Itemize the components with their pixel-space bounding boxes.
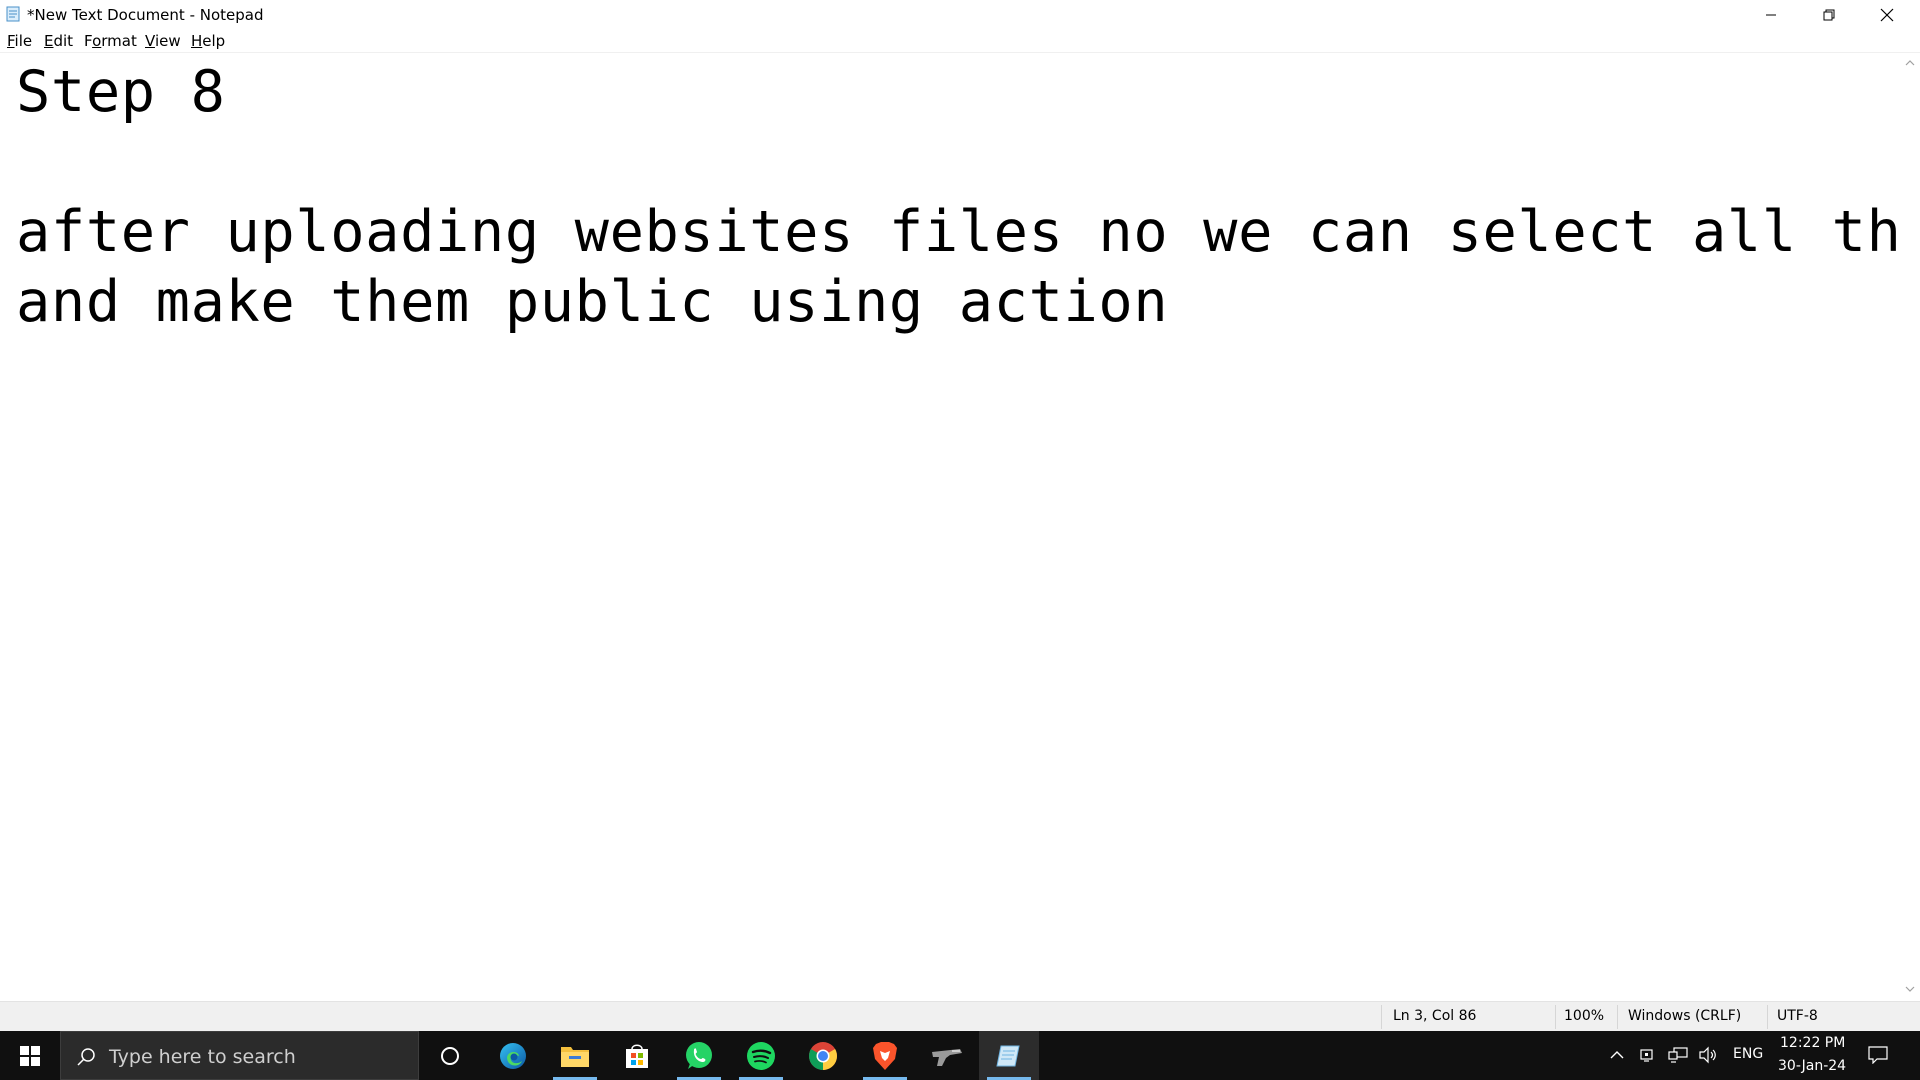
start-button[interactable]	[0, 1031, 60, 1080]
folder-icon	[561, 1046, 589, 1067]
windows-logo-icon	[20, 1045, 40, 1066]
spotify-icon	[747, 1041, 775, 1070]
taskbar-search-box[interactable]: Type here to search	[60, 1031, 419, 1080]
cortana-circle-icon	[441, 1046, 459, 1065]
status-separator	[1617, 1005, 1618, 1029]
menu-edit[interactable]: Edit	[44, 32, 73, 50]
status-separator	[1767, 1005, 1768, 1029]
brave-lion-icon	[873, 1041, 897, 1070]
menu-help[interactable]: Help	[191, 32, 225, 50]
taskbar-file-explorer[interactable]	[545, 1031, 605, 1080]
menu-file-accel: F	[7, 32, 15, 50]
menu-file[interactable]: File	[7, 32, 32, 50]
restore-button[interactable]	[1800, 0, 1858, 30]
taskbar-brave[interactable]	[855, 1031, 915, 1080]
network-icon[interactable]	[1668, 1045, 1688, 1065]
search-icon	[77, 1048, 95, 1066]
store-bag-icon	[626, 1044, 648, 1068]
status-separator	[1555, 1005, 1556, 1029]
editor-line-1: Step 8	[16, 59, 226, 125]
menu-bar: File Edit Format View Help	[0, 30, 1920, 53]
volume-speaker-icon[interactable]	[1698, 1045, 1718, 1065]
menu-format-rest: rmat	[101, 32, 137, 50]
gun-icon	[932, 1048, 962, 1066]
taskbar-app-gun[interactable]	[917, 1031, 977, 1080]
clock-date[interactable]: 30-Jan-24	[1778, 1058, 1846, 1074]
taskbar-chrome[interactable]	[793, 1031, 853, 1080]
status-encoding: UTF-8	[1777, 1008, 1818, 1024]
menu-format-pre: F	[84, 32, 93, 50]
menu-view-accel: V	[145, 32, 155, 50]
taskbar-microsoft-store[interactable]	[607, 1031, 667, 1080]
status-line-ending: Windows (CRLF)	[1628, 1008, 1742, 1024]
status-position: Ln 3, Col 86	[1393, 1008, 1477, 1024]
notepad-icon	[5, 6, 21, 22]
taskbar-notepad[interactable]	[979, 1031, 1039, 1080]
title-bar[interactable]: *New Text Document - Notepad	[0, 0, 1920, 30]
notepad-icon	[996, 1045, 1020, 1066]
status-separator	[1381, 1005, 1382, 1029]
close-button[interactable]	[1858, 0, 1916, 30]
editor-line-3: after uploading websites files no we can…	[16, 199, 1900, 265]
menu-help-accel: H	[191, 32, 203, 50]
meet-now-camera-icon[interactable]	[1638, 1045, 1658, 1065]
menu-format-accel: o	[92, 32, 102, 50]
status-bar: Ln 3, Col 86 100% Windows (CRLF) UTF-8	[0, 1001, 1920, 1032]
menu-file-rest: ile	[14, 32, 33, 50]
whatsapp-icon	[686, 1041, 712, 1069]
taskbar-whatsapp[interactable]	[669, 1031, 729, 1080]
taskbar: Type here to search ENG 12:22 PM 30-Jan-…	[0, 1031, 1920, 1080]
editor-line-4: and make them public using action	[16, 269, 1169, 335]
edge-icon	[500, 1042, 526, 1069]
menu-view-rest: iew	[154, 32, 181, 50]
taskbar-spotify[interactable]	[731, 1031, 791, 1080]
status-zoom: 100%	[1564, 1008, 1605, 1024]
menu-edit-rest: dit	[53, 32, 74, 50]
notifications-icon[interactable]	[1868, 1045, 1888, 1065]
window-title: *New Text Document - Notepad	[27, 6, 264, 24]
menu-view[interactable]: View	[145, 32, 181, 50]
scroll-down-arrow-icon[interactable]	[1904, 983, 1916, 995]
vertical-scrollbar[interactable]	[1900, 53, 1920, 1001]
chrome-icon	[809, 1041, 837, 1070]
language-indicator[interactable]: ENG	[1733, 1046, 1763, 1062]
cortana-button[interactable]	[420, 1031, 480, 1080]
search-placeholder: Type here to search	[109, 1046, 296, 1068]
minimize-button[interactable]	[1742, 0, 1800, 30]
clock-time[interactable]: 12:22 PM	[1780, 1035, 1845, 1051]
menu-help-rest: elp	[202, 32, 226, 50]
text-editor[interactable]: Step 8 after uploading websites files no…	[0, 53, 1900, 1001]
menu-format[interactable]: Format	[84, 32, 137, 50]
taskbar-edge[interactable]	[483, 1031, 543, 1080]
scroll-up-arrow-icon[interactable]	[1904, 57, 1916, 69]
show-hidden-icons-chevron-up-icon[interactable]	[1607, 1045, 1627, 1065]
